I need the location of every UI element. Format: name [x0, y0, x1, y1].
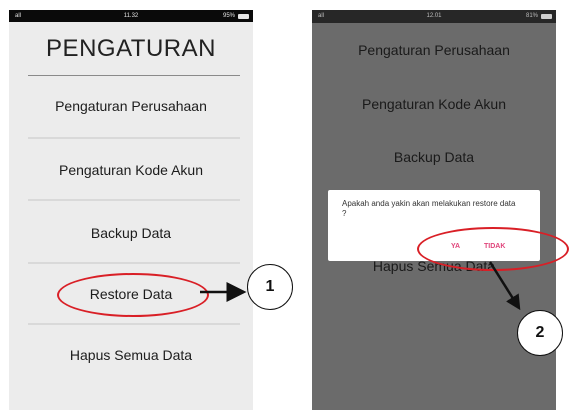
annotation-arrows	[200, 261, 521, 311]
step-1-callout: 1	[247, 264, 293, 310]
arrow-to-step-2	[488, 261, 521, 311]
step-2-callout: 2	[517, 310, 563, 356]
